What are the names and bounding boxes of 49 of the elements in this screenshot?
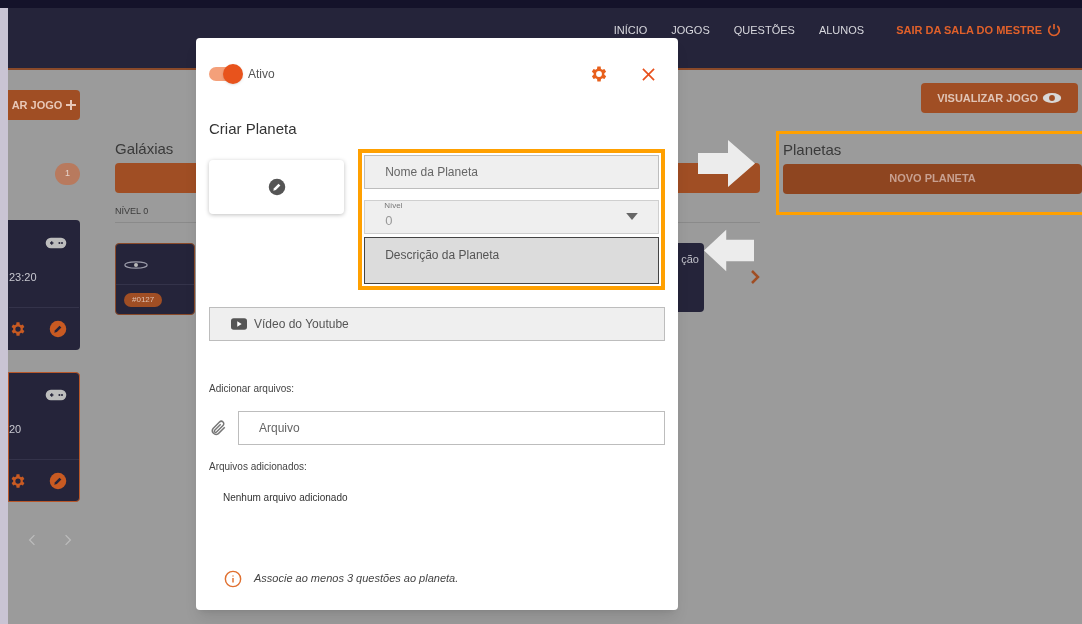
edit-icon[interactable] <box>267 177 286 196</box>
planets-heading: Planetas <box>783 140 843 160</box>
add-files-label: Adicionar arquivos: <box>209 381 296 396</box>
settings-icon[interactable] <box>9 471 27 490</box>
dialog-title: Criar Planeta <box>209 119 298 139</box>
galaxy-card[interactable]: ção <box>678 243 704 312</box>
youtube-video-field[interactable]: Vídeo do Youtube <box>209 306 665 341</box>
image-card[interactable] <box>209 159 345 214</box>
info-icon <box>224 569 242 588</box>
empty-files-text: Nenhum arquivo adicionado <box>223 490 349 505</box>
dropdown-caret-icon <box>626 213 638 220</box>
exit-link[interactable]: SAIR DA SALA DO MESTRE <box>896 22 1062 38</box>
paperclip-icon <box>209 418 227 437</box>
added-files-label: Arquivos adicionados: <box>209 459 308 474</box>
gamepad-icon <box>45 237 67 249</box>
settings-icon[interactable] <box>9 319 27 338</box>
nav-link[interactable]: JOGOS <box>671 25 710 36</box>
nav-link[interactable]: ALUNOS <box>818 25 865 36</box>
create-game-button[interactable]: AR JOGO <box>8 90 80 120</box>
arrow-right-icon <box>698 140 755 187</box>
galaxy-card[interactable]: #0127 <box>115 243 195 315</box>
nav-link[interactable]: INÍCIO <box>613 25 648 36</box>
game-card[interactable]: 20 <box>8 372 80 502</box>
edit-icon[interactable] <box>49 319 67 338</box>
close-icon[interactable] <box>642 67 655 81</box>
notice-text: Associe ao menos 3 questões ao planeta. <box>254 571 459 587</box>
game-card[interactable]: 23:20 <box>8 220 80 350</box>
galaxy-tag: #0127 <box>124 292 163 307</box>
galaxy-icon <box>124 260 148 270</box>
planet-description-field[interactable]: Descrição da Planeta <box>364 236 659 284</box>
galaxy-title: ção <box>681 252 700 267</box>
chevron-right-icon[interactable] <box>750 270 760 284</box>
level-select[interactable]: Nível 0 <box>364 199 659 234</box>
game-time: 20 <box>9 422 23 437</box>
galaxies-heading: Galáxias <box>115 139 175 159</box>
eye-icon <box>1042 92 1062 104</box>
settings-icon[interactable] <box>589 64 609 84</box>
planet-name-field[interactable]: Nome da Planeta <box>364 154 659 189</box>
file-field[interactable]: Arquivo <box>238 410 665 445</box>
arrow-left-icon <box>704 228 754 273</box>
toggle-label: Ativo <box>248 66 275 83</box>
nav-link[interactable]: QUESTÕES <box>733 25 795 36</box>
power-icon <box>1046 22 1062 38</box>
gamepad-icon <box>45 389 67 401</box>
count-badge: 1 <box>55 163 80 185</box>
edit-icon[interactable] <box>49 471 67 490</box>
view-game-button[interactable]: VISUALIZAR JOGO <box>921 83 1078 113</box>
game-time: 23:20 <box>9 270 38 285</box>
plus-icon <box>66 100 77 110</box>
